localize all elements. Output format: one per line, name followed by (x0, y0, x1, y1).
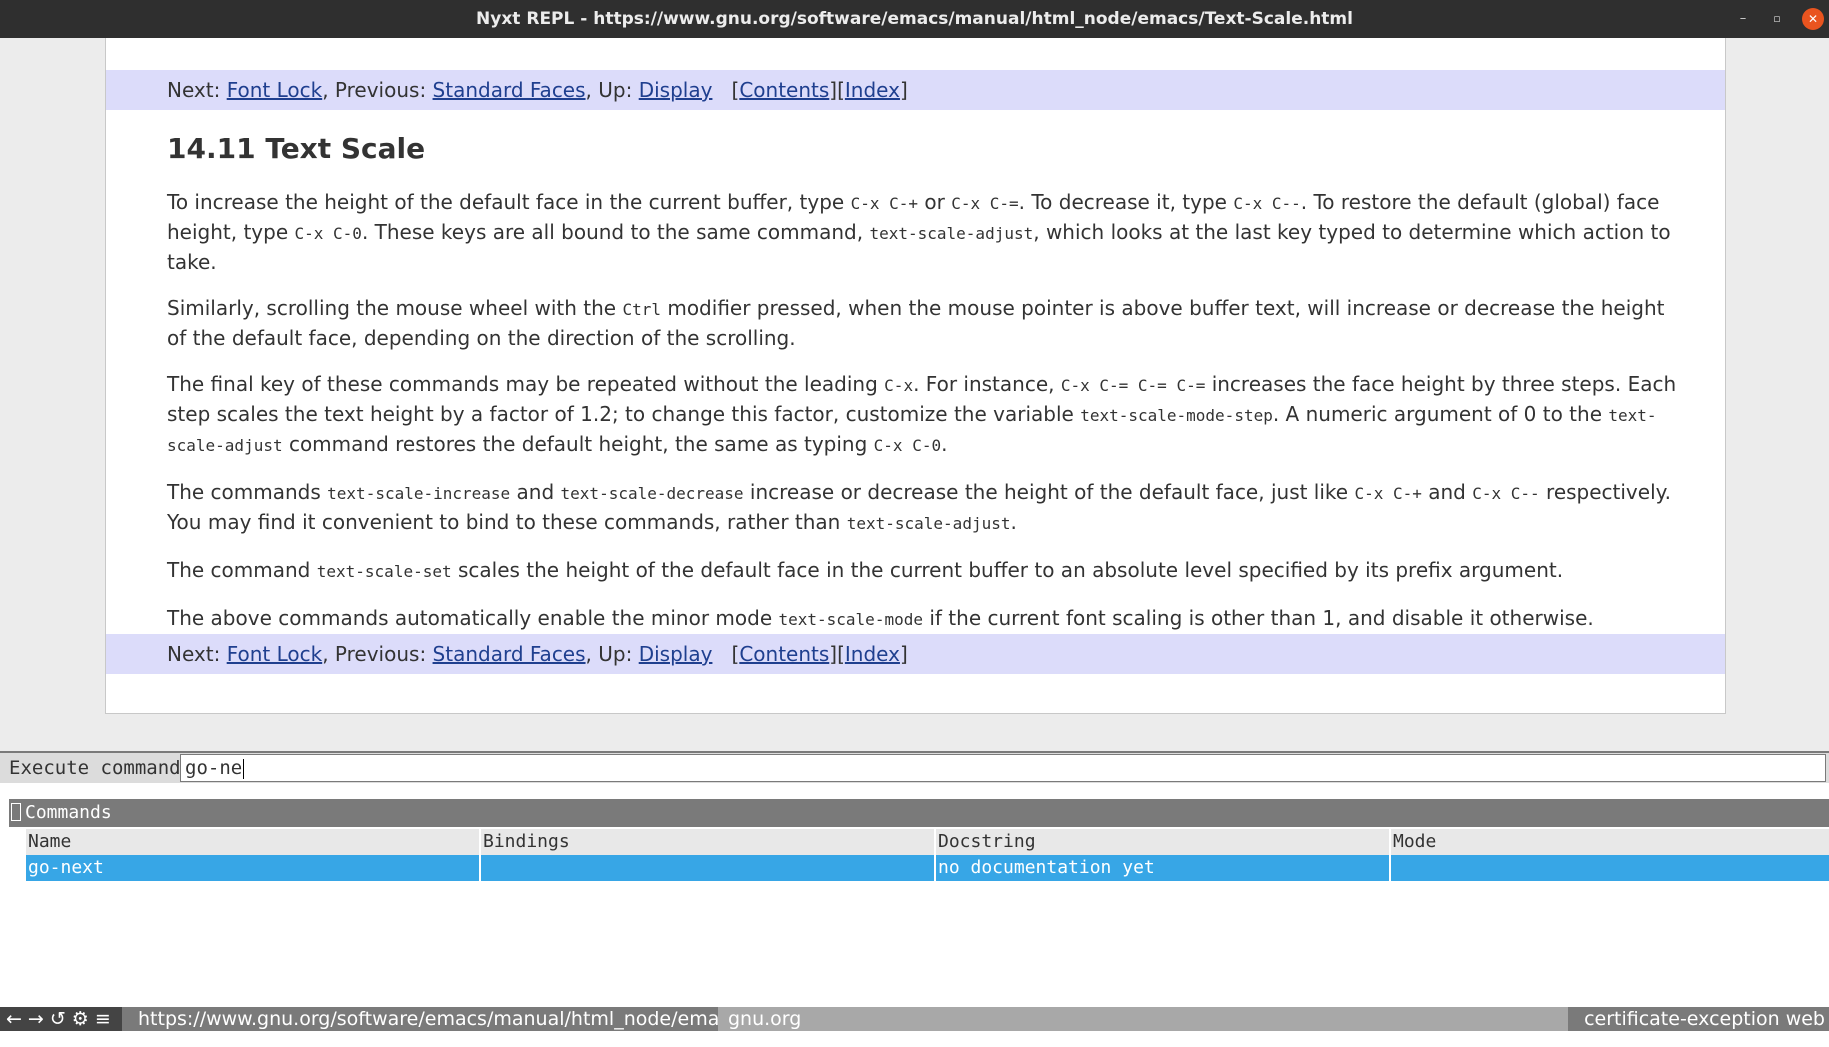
link-standard-faces[interactable]: Standard Faces (433, 78, 586, 102)
link-index[interactable]: Index (845, 642, 900, 666)
cell-mode (1391, 855, 1829, 881)
table-header-row: Name Bindings Docstring Mode (26, 829, 1829, 855)
link-standard-faces[interactable]: Standard Faces (433, 642, 586, 666)
link-font-lock[interactable]: Font Lock (227, 642, 323, 666)
link-font-lock[interactable]: Font Lock (227, 78, 323, 102)
command-input[interactable]: go-ne (180, 754, 1826, 782)
page-title: 14.11 Text Scale (167, 132, 426, 165)
link-contents[interactable]: Contents (739, 78, 829, 102)
suggestion-panel: Commands Name Bindings Docstring Mode go… (0, 783, 1829, 1007)
nav-up-label: , Up: (585, 642, 639, 666)
status-url[interactable]: https://www.gnu.org/software/emacs/manua… (122, 1007, 718, 1031)
status-bar: ← → ↺ ⚙ ≡ https://www.gnu.org/software/emacs… (0, 1007, 1829, 1031)
close-button[interactable]: ✕ (1802, 8, 1824, 30)
forward-icon[interactable]: → (28, 1008, 46, 1030)
text-caret (243, 758, 245, 779)
paragraph-4: The commands text-scale-increase and tex… (167, 480, 1671, 534)
nav-next-label: Next: (167, 642, 227, 666)
column-header-docstring: Docstring (936, 829, 1391, 855)
page-content: To increase the height of the default fa… (167, 188, 1677, 652)
link-index[interactable]: Index (845, 78, 900, 102)
cell-bindings (481, 855, 936, 881)
back-icon[interactable]: ← (6, 1008, 24, 1030)
nav-prev-label: , Previous: (322, 642, 433, 666)
window-bottom-strip (0, 1031, 1829, 1047)
column-header-name: Name (26, 829, 481, 855)
reload-icon[interactable]: ↺ (50, 1008, 68, 1030)
nav-up-label: , Up: (585, 78, 639, 102)
manual-page: Next: Font Lock, Previous: Standard Face… (105, 38, 1726, 714)
paragraph-1: To increase the height of the default fa… (167, 190, 1671, 274)
link-display[interactable]: Display (639, 78, 713, 102)
collapse-toggle-icon[interactable] (11, 802, 21, 821)
nav-prev-label: , Previous: (322, 78, 433, 102)
nav-header-top: Next: Font Lock, Previous: Standard Face… (106, 70, 1725, 110)
command-input-value: go-ne (185, 757, 243, 779)
link-display[interactable]: Display (639, 642, 713, 666)
menu-icon[interactable]: ≡ (95, 1008, 113, 1030)
commands-section-title: Commands (25, 802, 112, 823)
prompt-label: Execute command (9, 757, 181, 779)
paragraph-5: The command text-scale-set scales the he… (167, 558, 1564, 582)
link-contents[interactable]: Contents (739, 642, 829, 666)
maximize-button[interactable]: ▫ (1766, 8, 1788, 30)
paragraph-6: The above commands automatically enable … (167, 606, 1594, 630)
nav-next-label: Next: (167, 78, 227, 102)
status-modes[interactable]: certificate-exception web (1568, 1007, 1829, 1031)
minimize-button[interactable]: – (1732, 8, 1754, 30)
navigation-buttons: ← → ↺ ⚙ ≡ (0, 1007, 122, 1031)
web-viewport: Next: Font Lock, Previous: Standard Face… (0, 38, 1829, 751)
gear-icon[interactable]: ⚙ (72, 1008, 91, 1030)
paragraph-3: The final key of these commands may be r… (167, 372, 1677, 456)
column-header-bindings: Bindings (481, 829, 936, 855)
prompt-bar: Execute command go-ne (0, 751, 1829, 783)
window-titlebar: Nyxt REPL - https://www.gnu.org/software… (0, 0, 1829, 38)
suggestion-table: Name Bindings Docstring Mode go-next no … (26, 829, 1829, 881)
window-title: Nyxt REPL - https://www.gnu.org/software… (476, 9, 1353, 29)
cell-name: go-next (26, 855, 481, 881)
column-header-mode: Mode (1393, 831, 1437, 852)
commands-section-header[interactable]: Commands (9, 799, 1829, 827)
paragraph-2: Similarly, scrolling the mouse wheel wit… (167, 296, 1665, 350)
cell-docstring: no documentation yet (936, 855, 1391, 881)
nav-header-bottom: Next: Font Lock, Previous: Standard Face… (106, 634, 1725, 674)
status-host: gnu.org (728, 1008, 802, 1030)
table-row[interactable]: go-next no documentation yet (26, 855, 1829, 881)
